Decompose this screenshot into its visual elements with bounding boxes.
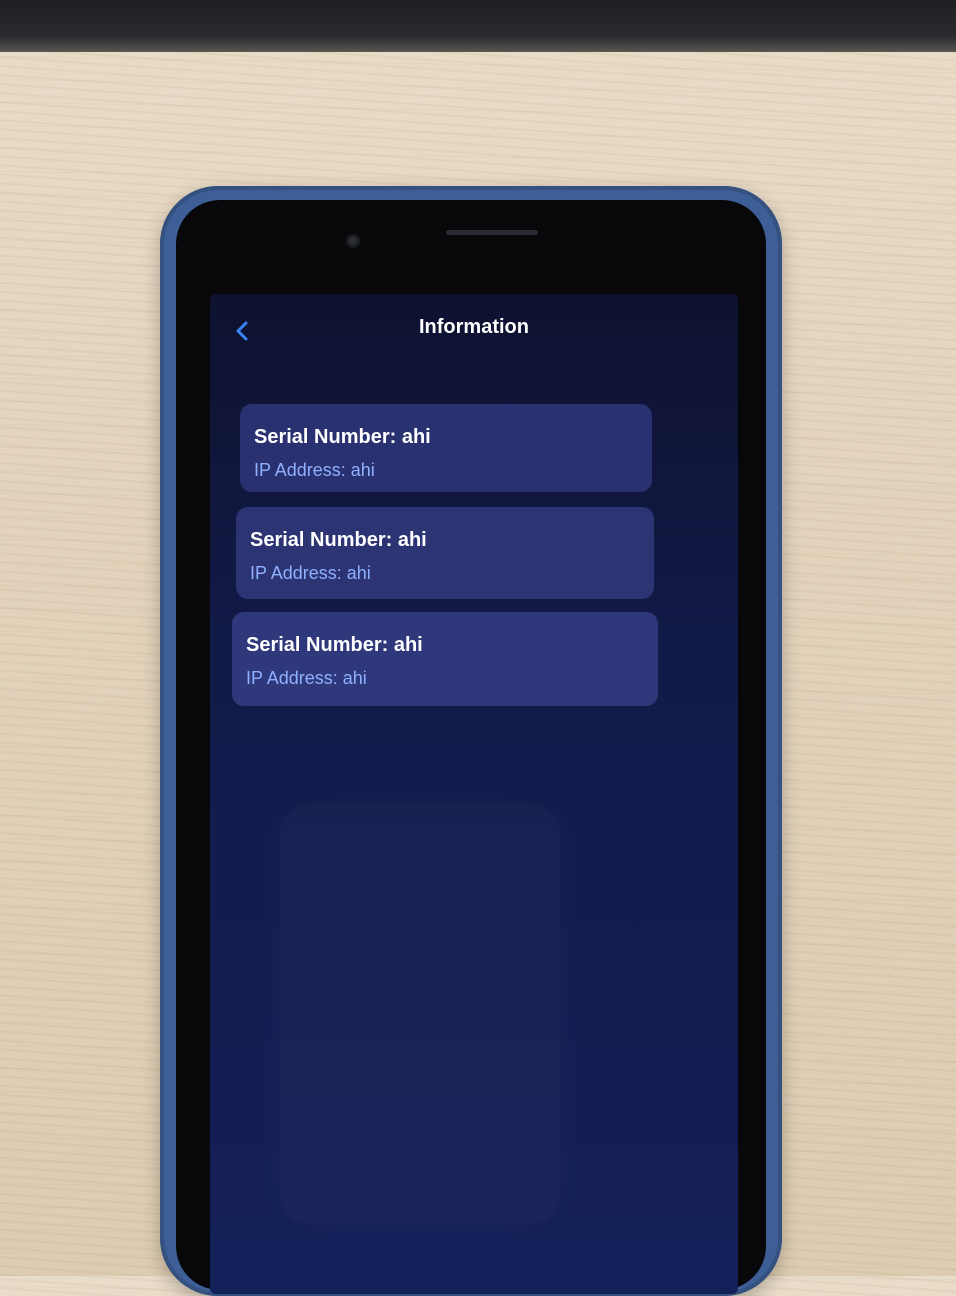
earpiece <box>446 230 538 235</box>
device-card[interactable]: Serial Number: ahi IP Address: ahi <box>236 507 654 599</box>
serial-number-label: Serial Number: ahi <box>246 634 423 656</box>
app-screen: Information Serial Number: ahi IP Addres… <box>210 294 738 1294</box>
phone-bezel: Information Serial Number: ahi IP Addres… <box>176 200 766 1294</box>
ip-address-label: IP Address: ahi <box>250 563 371 583</box>
phone-case: Information Serial Number: ahi IP Addres… <box>160 186 782 1296</box>
serial-number-label: Serial Number: ahi <box>254 426 431 448</box>
ip-address-label: IP Address: ahi <box>246 668 367 688</box>
serial-number-label: Serial Number: ahi <box>250 529 427 551</box>
app-header: Information <box>210 294 738 364</box>
ip-address-label: IP Address: ahi <box>254 460 375 480</box>
page-title: Information <box>419 316 529 338</box>
device-card[interactable]: Serial Number: ahi IP Address: ahi <box>240 404 652 492</box>
screen-reflection <box>280 804 560 1224</box>
device-card[interactable]: Serial Number: ahi IP Address: ahi <box>232 612 658 706</box>
front-camera <box>346 234 360 248</box>
desk-edge <box>0 0 956 52</box>
